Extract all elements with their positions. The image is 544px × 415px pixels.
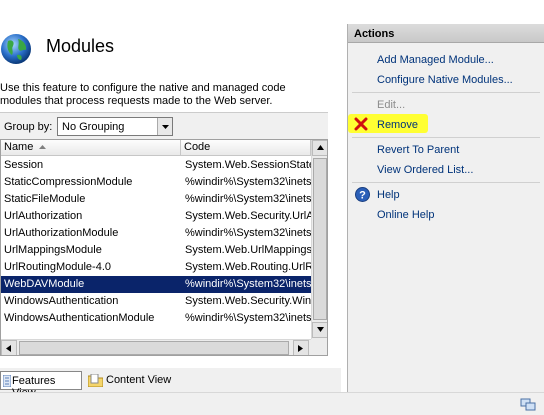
content-view-icon <box>88 374 103 387</box>
remove-link[interactable]: Remove <box>377 119 418 131</box>
actions-title: Actions <box>354 28 395 40</box>
help-icon: ? <box>355 187 370 202</box>
row-code: %windir%\System32\inets <box>185 312 311 324</box>
table-row[interactable]: UrlAuthorization System.Web.Security.UrlA <box>1 208 311 225</box>
row-name: Session <box>4 159 44 171</box>
row-name: WindowsAuthentication <box>4 295 119 307</box>
add-managed-module-link[interactable]: Add Managed Module... <box>377 54 494 66</box>
scroll-right-button[interactable] <box>293 340 309 355</box>
features-view-icon <box>3 375 11 387</box>
separator <box>352 92 540 93</box>
configure-native-modules-link[interactable]: Configure Native Modules... <box>377 74 513 86</box>
status-bar <box>0 392 544 415</box>
edit-link: Edit... <box>377 99 406 111</box>
vertical-scrollbar[interactable] <box>311 140 327 339</box>
page-title: Modules <box>46 36 115 56</box>
sort-up-icon <box>39 145 46 149</box>
row-name: WebDAVModule <box>4 278 85 290</box>
horizontal-scroll-thumb[interactable] <box>19 341 289 355</box>
feature-description: Use this feature to configure the native… <box>0 82 286 107</box>
table-row[interactable]: StaticFileModule %windir%\System32\inets <box>1 191 311 208</box>
dropdown-arrow-icon <box>162 125 169 129</box>
help-link[interactable]: Help <box>377 189 400 201</box>
column-header-code[interactable]: Code <box>181 140 311 156</box>
tab-features-view[interactable]: Features View <box>0 371 82 399</box>
row-code: %windir%\System32\inets <box>185 193 311 205</box>
row-code: System.Web.Routing.UrlRo <box>185 261 311 273</box>
arrow-left-icon <box>6 345 11 352</box>
row-name: UrlMappingsModule <box>4 244 102 256</box>
row-name: UrlAuthorizationModule <box>4 227 119 239</box>
group-by-label: Group by: <box>4 121 53 133</box>
tab-content-view[interactable]: Content View <box>86 371 186 390</box>
separator <box>352 137 540 138</box>
svg-text:?: ? <box>359 190 366 202</box>
row-code: %windir%\System32\inets <box>185 176 311 188</box>
scroll-left-button[interactable] <box>1 340 17 355</box>
row-code: System.Web.UrlMappingsM <box>185 244 311 256</box>
scroll-down-button[interactable] <box>312 322 327 338</box>
remove-x-icon <box>354 117 368 131</box>
table-row[interactable]: StaticCompressionModule %windir%\System32… <box>1 174 311 191</box>
group-by-value: No Grouping <box>62 121 125 133</box>
row-code: System.Web.Security.UrlA <box>185 210 311 222</box>
actions-pane: Actions Add Managed Module... Configure … <box>347 24 544 392</box>
view-tabs: Features View Content View <box>0 368 341 399</box>
scroll-up-button[interactable] <box>312 140 327 156</box>
vertical-scroll-thumb[interactable] <box>313 158 327 320</box>
tab-content-label: Content View <box>106 374 172 386</box>
view-ordered-list-link[interactable]: View Ordered List... <box>377 164 473 176</box>
table-row[interactable]: WindowsAuthenticationModule %windir%\Syst… <box>1 310 311 327</box>
row-name: WindowsAuthenticationModule <box>4 312 155 324</box>
row-code: %windir%\System32\inets <box>185 278 311 290</box>
column-header-name[interactable]: Name <box>1 140 181 156</box>
group-by-bar: Group by: No Grouping <box>0 112 328 139</box>
actions-header: Actions <box>348 24 544 43</box>
dropdown-arrow-button[interactable] <box>157 118 172 135</box>
modules-grid[interactable]: Name Code Session System.Web.SessionState… <box>0 139 328 356</box>
online-help-link[interactable]: Online Help <box>377 209 434 221</box>
table-row[interactable]: WindowsAuthentication System.Web.Security… <box>1 293 311 310</box>
row-name: StaticFileModule <box>4 193 86 205</box>
table-row[interactable]: UrlAuthorizationModule %windir%\System32\… <box>1 225 311 242</box>
arrow-down-icon <box>317 327 324 332</box>
separator <box>352 182 540 183</box>
arrow-up-icon <box>317 145 324 150</box>
group-by-dropdown[interactable]: No Grouping <box>57 117 173 136</box>
table-row-selected[interactable]: WebDAVModule %windir%\System32\inets <box>1 276 311 293</box>
table-row[interactable]: UrlMappingsModule System.Web.UrlMappingsM <box>1 242 311 259</box>
arrow-right-icon <box>298 345 303 352</box>
row-name: StaticCompressionModule <box>4 176 133 188</box>
row-code: %windir%\System32\inets <box>185 227 311 239</box>
row-code: System.Web.SessionState <box>185 159 311 171</box>
table-row[interactable]: Session System.Web.SessionState <box>1 157 311 174</box>
horizontal-scrollbar[interactable] <box>1 339 311 355</box>
row-name: UrlRoutingModule-4.0 <box>4 261 111 273</box>
features-pane: Modules Use this feature to configure th… <box>0 0 341 399</box>
table-row[interactable]: UrlRoutingModule-4.0 System.Web.Routing.U… <box>1 259 311 276</box>
globe-icon <box>1 34 31 64</box>
scrollbar-corner <box>311 339 327 355</box>
revert-to-parent-link[interactable]: Revert To Parent <box>377 144 459 156</box>
network-icon <box>520 398 536 411</box>
row-code: System.Web.Security.Wind <box>185 295 311 307</box>
grid-header: Name Code <box>1 140 311 156</box>
row-name: UrlAuthorization <box>4 210 83 222</box>
